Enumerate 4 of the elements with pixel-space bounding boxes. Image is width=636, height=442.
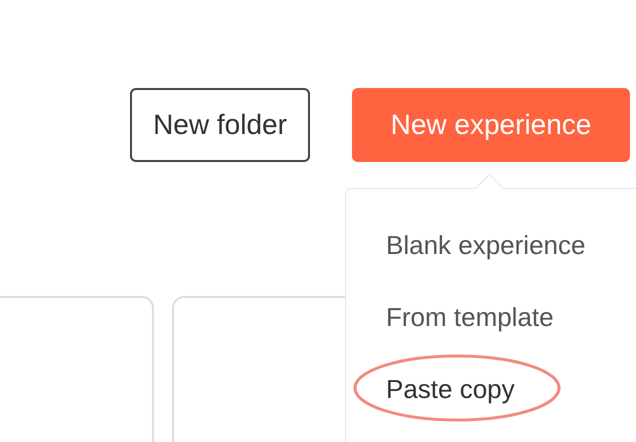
menu-item[interactable]: Blank experience [386,230,586,260]
menu-item[interactable]: From template [386,302,554,332]
menu-item[interactable]: Paste copy [386,374,515,404]
new-folder-button[interactable]: New folder [130,88,310,162]
